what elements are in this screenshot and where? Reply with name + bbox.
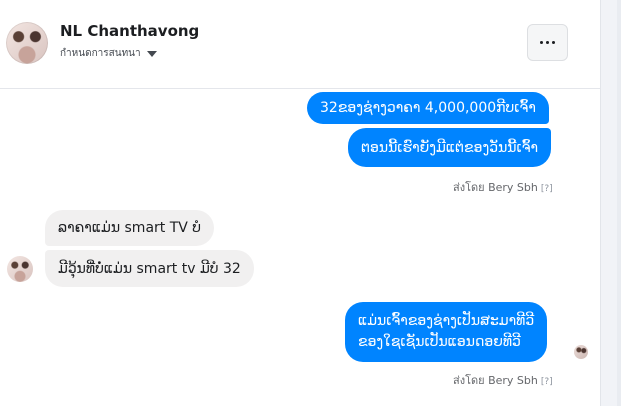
message-text-line-2: ຂອງໃຊເຊັນເປັນແອນດອຍທີວີ (358, 334, 521, 350)
conversation-header: NL Chanthavong กำหนดการสนทนา (0, 0, 600, 89)
conversation-options-label: กำหนดการสนทนา (60, 48, 141, 59)
sent-by-status: ส่งโดย Bery Sbh [?] (453, 371, 553, 389)
message-bubble-incoming[interactable]: ມີວຸ້ນທີ່ບໍ່ແມ່ນ smart tv ມີບໍ 32 (45, 250, 254, 287)
caret-down-icon (146, 51, 157, 57)
more-dots-icon-dot-3 (552, 41, 555, 44)
message-bubble-incoming[interactable]: ລາຄາແມ່ນ smart TV ບໍ (45, 210, 215, 246)
seen-avatar-icon (574, 345, 588, 359)
contact-name[interactable]: NL Chanthavong (60, 22, 199, 40)
message-bubble-outgoing[interactable]: 32ຂອງຊ່າງວາຄາ 4,000,000ກີບເຈົ້າ (307, 92, 549, 124)
sent-by-text: ส่งโดย Bery Sbh (453, 181, 538, 194)
more-dots-icon (540, 41, 543, 44)
more-dots-icon-dot-2 (546, 41, 549, 44)
message-bubble-outgoing[interactable]: ແມ່ນເຈົ້າຂອງຊ່າງເປັນສະມາທີວີ ຂອງໃຊເຊັນເປ… (345, 302, 548, 362)
help-marker[interactable]: [?] (541, 184, 553, 194)
message-bubble-outgoing[interactable]: ຕອນນີ້ເຮົາຍັງມີແຕ່ຂອງວັນນີ້ເຈົ້າ (348, 128, 552, 167)
help-marker[interactable]: [?] (541, 377, 553, 387)
scrollbar-edge (617, 0, 621, 406)
message-text: 32ຂອງຊ່າງວາຄາ 4,000,000ກີບເຈົ້າ (320, 100, 536, 116)
message-text-line-1: ແມ່ນເຈົ້າຂອງຊ່າງເປັນສະມາທີວີ (358, 313, 535, 329)
sent-by-status: ส่งโดย Bery Sbh [?] (453, 178, 553, 196)
message-text: ມີວຸ້ນທີ່ບໍ່ແມ່ນ smart tv ມີບໍ 32 (58, 260, 241, 277)
conversation-options[interactable]: กำหนดการสนทนา (60, 46, 157, 61)
message-text: ຕອນນີ້ເຮົາຍັງມີແຕ່ຂອງວັນນີ້ເຈົ້າ (361, 139, 539, 156)
message-text: ລາຄາແມ່ນ smart TV ບໍ (58, 220, 202, 236)
sent-by-text: ส่งโดย Bery Sbh (453, 374, 538, 387)
more-options-button[interactable] (527, 24, 568, 61)
sender-avatar[interactable] (7, 256, 33, 282)
contact-avatar[interactable] (6, 22, 48, 64)
